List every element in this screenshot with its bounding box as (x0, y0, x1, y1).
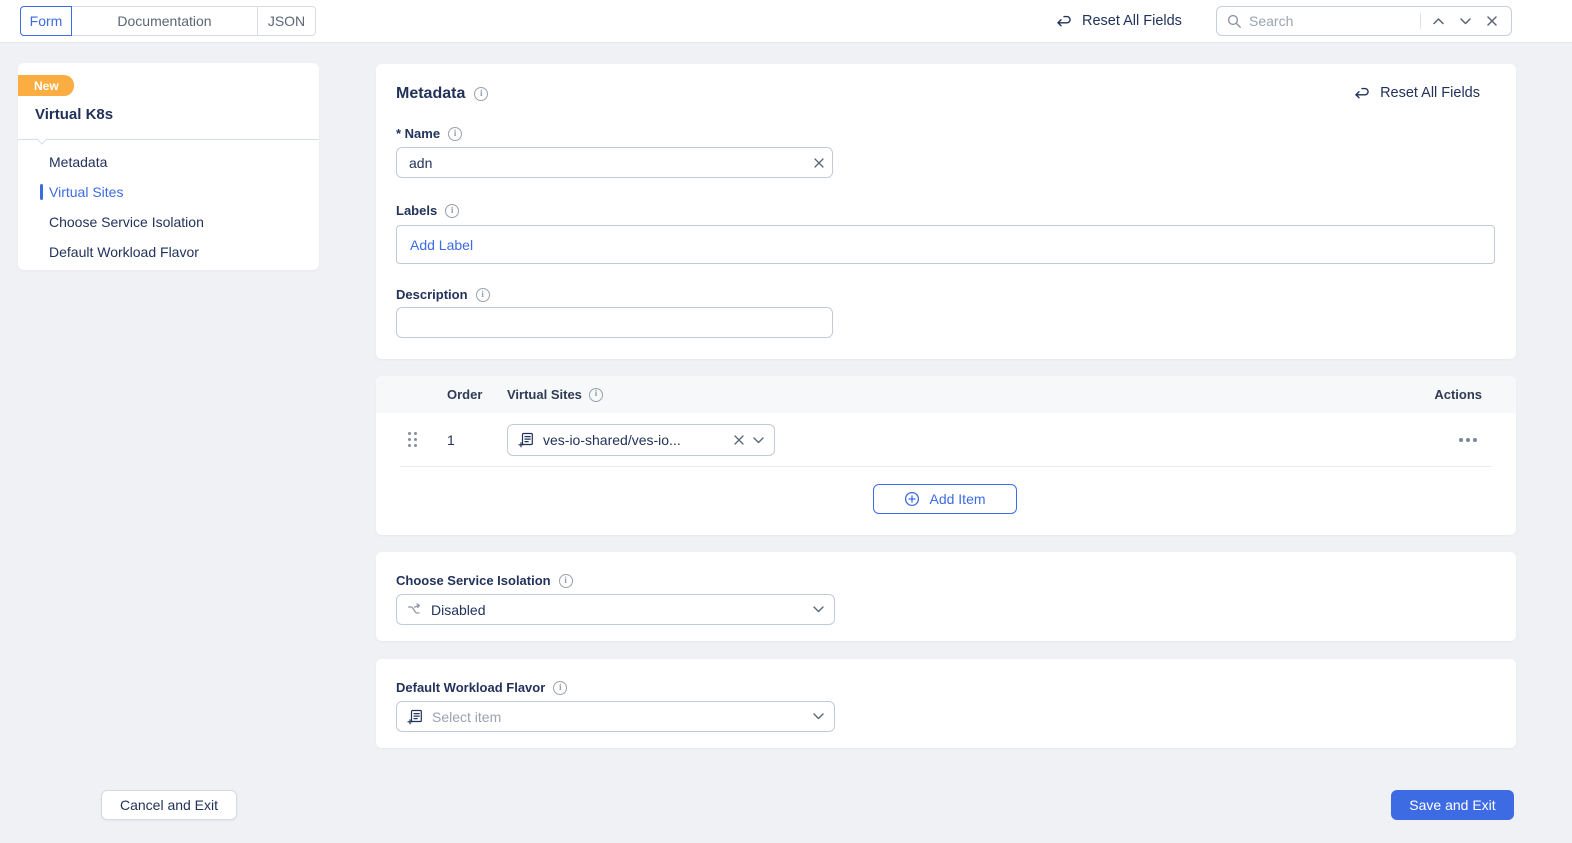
info-icon[interactable]: i (475, 287, 490, 302)
service-isolation-section: Choose Service Isolation i Disabled (376, 552, 1516, 641)
row-actions-menu-icon[interactable] (1456, 435, 1480, 445)
status-badge: New (18, 75, 74, 96)
name-label-text: * Name (396, 126, 441, 141)
workload-flavor-label: Default Workload Flavor i (396, 680, 568, 695)
reference-select-icon (518, 432, 534, 448)
name-input[interactable] (396, 147, 833, 178)
search-divider (1420, 13, 1421, 29)
service-isolation-icon (407, 602, 422, 617)
search-box (1216, 6, 1512, 36)
service-isolation-label-text: Choose Service Isolation (396, 573, 551, 588)
nav-notch (36, 133, 48, 145)
info-icon[interactable]: i (474, 87, 489, 101)
service-isolation-select[interactable]: Disabled (396, 594, 835, 625)
plus-circle-icon (904, 491, 920, 507)
description-label-text: Description (396, 287, 468, 302)
column-actions: Actions (1434, 387, 1482, 402)
chevron-down-icon[interactable] (813, 713, 824, 720)
name-clear-icon[interactable] (810, 154, 828, 172)
row-order-value: 1 (447, 432, 455, 448)
column-virtual-sites: Virtual Sites i (507, 376, 603, 413)
info-icon[interactable]: i (558, 573, 573, 588)
undo-icon (1354, 87, 1371, 100)
chevron-down-icon[interactable] (753, 436, 764, 444)
metadata-section-title: Metadata i (396, 85, 489, 103)
add-label-button[interactable]: Add Label (410, 237, 473, 253)
tab-json[interactable]: JSON (257, 6, 316, 36)
top-toolbar: Form Documentation JSON Reset All Fields (0, 0, 1572, 43)
virtual-sites-section: Order Virtual Sites i Actions 1 ves-io-s… (376, 376, 1516, 535)
chevron-down-icon[interactable] (813, 606, 824, 613)
metadata-section: Metadata i Reset All Fields * Name i Lab… (376, 64, 1516, 359)
reference-select-icon (407, 709, 423, 725)
workload-flavor-label-text: Default Workload Flavor (396, 680, 546, 695)
card-reset-label: Reset All Fields (1380, 85, 1480, 101)
service-isolation-label: Choose Service Isolation i (396, 573, 573, 588)
virtual-site-select[interactable]: ves-io-shared/ves-io... (507, 424, 775, 456)
save-and-exit-button[interactable]: Save and Exit (1391, 790, 1514, 820)
undo-icon (1056, 15, 1073, 28)
tab-documentation[interactable]: Documentation (71, 6, 258, 36)
description-field-label: Description i (396, 287, 490, 302)
sidebar-item-metadata[interactable]: Metadata (18, 147, 319, 177)
search-icon (1226, 11, 1242, 31)
drag-handle-icon[interactable] (408, 432, 417, 447)
sidebar-nav: Metadata Virtual Sites Choose Service Is… (18, 133, 319, 267)
page-title: Virtual K8s (35, 106, 114, 123)
info-icon[interactable]: i (445, 203, 460, 218)
name-field-label: * Name i (396, 126, 463, 141)
sidebar-item-virtual-sites[interactable]: Virtual Sites (18, 177, 319, 207)
table-header: Order Virtual Sites i Actions (376, 376, 1516, 413)
select-clear-icon[interactable] (734, 435, 744, 445)
workload-flavor-placeholder: Select item (432, 708, 502, 725)
labels-label-text: Labels (396, 203, 438, 218)
reset-all-fields-button[interactable]: Reset All Fields (1056, 0, 1182, 42)
service-isolation-value: Disabled (431, 601, 486, 618)
search-prev-icon[interactable] (1428, 11, 1448, 31)
search-close-icon[interactable] (1482, 11, 1502, 31)
column-virtual-sites-text: Virtual Sites (507, 387, 582, 402)
virtual-site-select-value: ves-io-shared/ves-io... (543, 432, 681, 448)
info-icon[interactable]: i (448, 126, 463, 141)
workload-flavor-section: Default Workload Flavor i Select item (376, 659, 1516, 748)
add-item-label: Add Item (929, 491, 986, 507)
info-icon[interactable]: i (553, 680, 568, 695)
cancel-and-exit-button[interactable]: Cancel and Exit (101, 790, 237, 820)
workload-flavor-select[interactable]: Select item (396, 701, 835, 732)
tab-form[interactable]: Form (20, 6, 72, 36)
column-order: Order (447, 387, 483, 402)
card-reset-all-fields-button[interactable]: Reset All Fields (1354, 85, 1480, 101)
metadata-title-text: Metadata (396, 85, 466, 102)
labels-field-label: Labels i (396, 203, 460, 218)
info-icon[interactable]: i (588, 387, 603, 402)
description-input[interactable] (396, 307, 833, 338)
add-item-button[interactable]: Add Item (873, 484, 1017, 514)
view-tabs: Form Documentation JSON (20, 6, 316, 36)
reset-all-fields-label: Reset All Fields (1082, 13, 1182, 29)
sidebar-item-choose-service-isolation[interactable]: Choose Service Isolation (18, 207, 319, 237)
search-next-icon[interactable] (1455, 11, 1475, 31)
table-row: 1 ves-io-shared/ves-io... (376, 413, 1516, 467)
labels-editor[interactable]: Add Label (396, 225, 1495, 264)
search-input[interactable] (1249, 13, 1413, 29)
sidebar-item-default-workload-flavor[interactable]: Default Workload Flavor (18, 237, 319, 267)
form-nav-sidebar: New Virtual K8s Metadata Virtual Sites C… (18, 63, 319, 270)
